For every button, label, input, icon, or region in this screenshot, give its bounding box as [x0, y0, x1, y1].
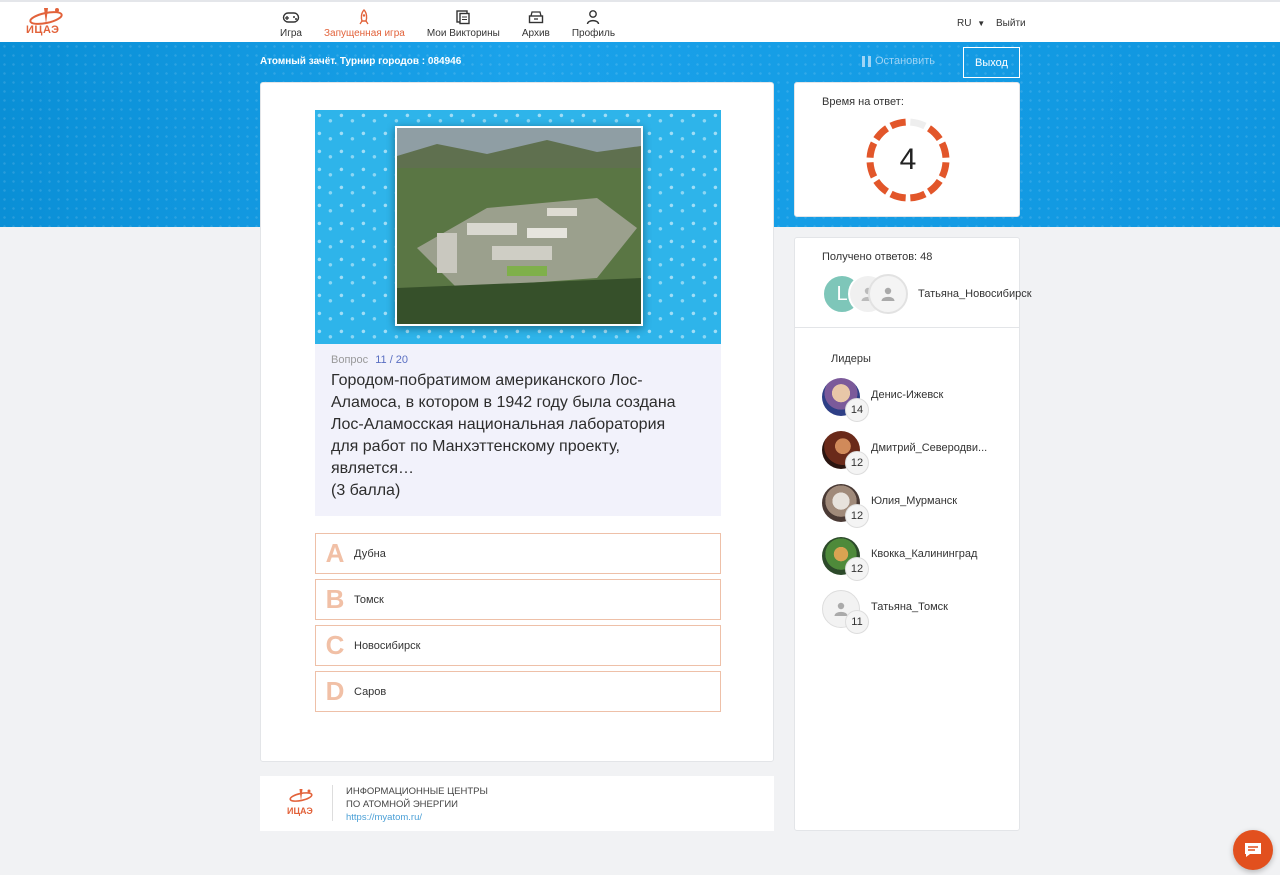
question-line: Аламоса, в котором в 1942 году была созд… — [331, 394, 676, 411]
question-card: Вопрос 11 / 20 Городом-побратимом америк… — [260, 82, 774, 762]
logout-link[interactable]: Выйти — [996, 18, 1026, 29]
answer-letter: D — [325, 676, 345, 706]
timer-card: Время на ответ: 4 — [794, 82, 1020, 217]
last-answerer-name: Татьяна_Новосибирск — [918, 288, 1032, 300]
page-footer: ИЦАЭ ИНФОРМАЦИОННЫЕ ЦЕНТРЫ ПО АТОМНОЙ ЭН… — [260, 776, 774, 831]
footer-divider — [332, 785, 333, 821]
footer-org-line: ПО АТОМНОЙ ЭНЕРГИИ — [346, 799, 459, 810]
footer-org-line: ИНФОРМАЦИОННЫЕ ЦЕНТРЫ — [346, 786, 488, 797]
answer-options: A Дубна B Томск C Новосибирск D Саров — [315, 533, 721, 717]
leader-score: 14 — [845, 398, 869, 422]
responses-card: Получено ответов: 48 L Татьяна_Новосибир… — [794, 237, 1032, 831]
answer-label: Новосибирск — [354, 639, 421, 652]
leader-item[interactable]: 11 Татьяна_Томск — [822, 590, 1012, 643]
leader-item[interactable]: 12 Юлия_Мурманск — [822, 484, 1012, 537]
answer-option-d[interactable]: D Саров — [315, 671, 721, 712]
game-title: Атомный зачёт. Турнир городов : 084946 — [260, 56, 462, 67]
gamepad-icon — [282, 8, 300, 26]
leader-name: Юлия_Мурманск — [871, 495, 958, 507]
archive-icon — [527, 8, 545, 26]
question-line: является… — [331, 460, 414, 477]
leader-score: 12 — [845, 504, 869, 528]
language-select[interactable]: RU ▼ — [957, 18, 985, 29]
leader-item[interactable]: 12 Квокка_Калининград — [822, 537, 1012, 590]
top-navbar: ИЦАЭ Игра Запущенная игра Мои Викторины … — [0, 0, 1280, 42]
rocket-icon — [355, 8, 373, 26]
answer-label: Саров — [354, 685, 387, 698]
nav-label-archive: Архив — [521, 28, 550, 39]
question-image — [315, 110, 721, 344]
answer-option-c[interactable]: C Новосибирск — [315, 625, 721, 666]
question-points: (3 балла) — [331, 482, 401, 499]
nav-item-running-game[interactable]: Запущенная игра — [324, 8, 405, 39]
leaders-title: Лидеры — [831, 353, 871, 365]
nav-label-profile: Профиль — [571, 28, 616, 39]
answer-label: Дубна — [354, 547, 386, 560]
question-body: Вопрос 11 / 20 Городом-побратимом америк… — [315, 344, 721, 516]
question-number-value: 11 / 20 — [375, 354, 409, 366]
pause-icon — [862, 55, 871, 67]
answer-letter: A — [325, 538, 345, 568]
nav-label-my-quizzes: Мои Викторины — [426, 28, 500, 39]
answer-letter: C — [325, 630, 345, 660]
stop-button-label: Остановить — [875, 55, 936, 67]
chat-icon — [1245, 843, 1261, 857]
question-number: Вопрос 11 / 20 — [331, 354, 408, 366]
chat-button[interactable] — [1233, 830, 1273, 870]
question-line: Городом-побратимом американского Лос- — [331, 372, 643, 389]
main-nav: Игра Запущенная игра Мои Викторины Архив… — [280, 8, 637, 39]
stop-button[interactable]: Остановить — [862, 55, 935, 67]
answer-option-a[interactable]: A Дубна — [315, 533, 721, 574]
leader-name: Квокка_Калининград — [871, 548, 978, 560]
nav-item-game[interactable]: Игра — [280, 8, 302, 39]
answers-received-count: Получено ответов: 48 — [822, 251, 933, 263]
logo-icon[interactable] — [24, 4, 68, 42]
timer-label: Время на ответ: — [822, 96, 904, 108]
leader-name: Татьяна_Томск — [871, 601, 948, 613]
user-placeholder-icon — [881, 287, 895, 301]
exit-button[interactable]: Выход — [963, 47, 1020, 78]
leader-item[interactable]: 14 Денис-Ижевск — [822, 378, 1012, 431]
answer-label: Томск — [354, 593, 384, 606]
aerial-photo — [395, 126, 643, 326]
nav-item-profile[interactable]: Профиль — [572, 8, 615, 39]
leaders-list: 14 Денис-Ижевск 12 Дмитрий_Северодви... … — [822, 378, 1012, 643]
responder-avatars: L — [822, 274, 912, 314]
footer-logo-text: ИЦАЭ — [287, 806, 313, 816]
question-text: Городом-побратимом американского Лос- Ал… — [331, 370, 711, 502]
user-icon — [584, 8, 602, 26]
nav-item-archive[interactable]: Архив — [522, 8, 550, 39]
leader-name: Денис-Ижевск — [871, 389, 944, 401]
footer-org-name: ИНФОРМАЦИОННЫЕ ЦЕНТРЫ ПО АТОМНОЙ ЭНЕРГИИ — [346, 785, 488, 811]
logo-text: ИЦАЭ — [26, 24, 60, 36]
nav-label-running-game: Запущенная игра — [323, 28, 405, 39]
caret-down-icon: ▼ — [977, 19, 986, 28]
leader-score: 12 — [845, 451, 869, 475]
question-line: Лос-Аламосская национальная лаборатория — [331, 416, 666, 433]
language-value: RU — [957, 18, 972, 29]
question-line: для работ по Манхэттенскому проекту, — [331, 438, 620, 455]
nav-item-my-quizzes[interactable]: Мои Викторины — [427, 8, 500, 39]
leader-score: 12 — [845, 557, 869, 581]
question-number-label: Вопрос — [331, 354, 369, 366]
answer-option-b[interactable]: B Томск — [315, 579, 721, 620]
leader-item[interactable]: 12 Дмитрий_Северодви... — [822, 431, 1012, 484]
answer-letter: B — [325, 584, 345, 614]
timer-value: 4 — [899, 143, 917, 176]
divider — [795, 327, 1019, 328]
footer-link[interactable]: https://myatom.ru/ — [346, 812, 422, 823]
avatar — [868, 274, 908, 314]
leader-score: 11 — [845, 610, 869, 634]
leader-name: Дмитрий_Северодви... — [871, 442, 988, 454]
nav-label-game: Игра — [280, 28, 302, 39]
copy-icon — [454, 8, 472, 26]
